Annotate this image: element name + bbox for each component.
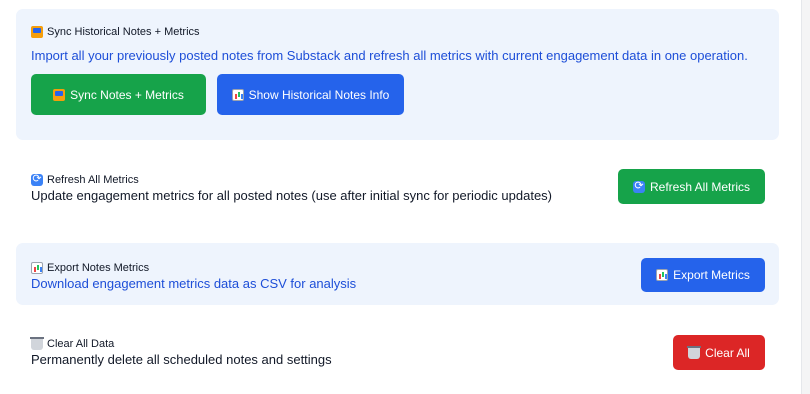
- refresh-all-metrics-button[interactable]: Refresh All Metrics: [618, 169, 765, 204]
- export-metrics-section: Export Notes Metrics Download engagement…: [16, 243, 779, 305]
- refresh-button-label: Refresh All Metrics: [649, 179, 751, 194]
- sync-historical-section: Sync Historical Notes + Metrics Import a…: [16, 9, 779, 140]
- export-button-label: Export Metrics: [673, 268, 750, 282]
- refresh-description: Update engagement metrics for all posted…: [31, 188, 552, 203]
- sync-title-text: Sync Historical Notes + Metrics: [47, 26, 200, 38]
- show-historical-notes-info-button[interactable]: Show Historical Notes Info: [217, 74, 404, 115]
- sync-section-title: Sync Historical Notes + Metrics: [31, 26, 200, 38]
- refresh-title-text: Refresh All Metrics: [47, 174, 139, 186]
- bar-chart-icon: [31, 262, 43, 274]
- inbox-tray-icon: [53, 88, 66, 101]
- inbox-tray-icon: [31, 26, 43, 38]
- sync-description: Import all your previously posted notes …: [31, 48, 748, 63]
- clear-section-title: Clear All Data: [30, 337, 115, 350]
- export-section-title: Export Notes Metrics: [31, 262, 149, 274]
- clear-description: Permanently delete all scheduled notes a…: [31, 352, 332, 367]
- bar-chart-icon: [656, 269, 669, 281]
- clear-button-label: Clear All: [705, 345, 750, 360]
- sync-button-label: Sync Notes + Metrics: [70, 87, 184, 102]
- bar-chart-icon: [231, 88, 244, 101]
- info-button-label: Show Historical Notes Info: [248, 87, 390, 102]
- trash-icon: [687, 345, 702, 359]
- sync-notes-metrics-button[interactable]: Sync Notes + Metrics: [31, 74, 206, 115]
- refresh-section-title: Refresh All Metrics: [31, 172, 139, 186]
- refresh-metrics-section: Refresh All Metrics Update engagement me…: [16, 158, 779, 216]
- clear-title-text: Clear All Data: [47, 338, 115, 350]
- export-description: Download engagement metrics data as CSV …: [31, 276, 357, 291]
- trash-icon: [30, 337, 44, 350]
- clear-data-section: Clear All Data Permanently delete all sc…: [16, 319, 779, 385]
- export-metrics-button[interactable]: Export Metrics: [641, 258, 765, 292]
- refresh-icon: [632, 179, 645, 193]
- refresh-icon: [31, 172, 43, 186]
- scrollbar-track[interactable]: [801, 0, 810, 394]
- export-title-text: Export Notes Metrics: [47, 262, 150, 274]
- clear-all-button[interactable]: Clear All: [673, 335, 765, 370]
